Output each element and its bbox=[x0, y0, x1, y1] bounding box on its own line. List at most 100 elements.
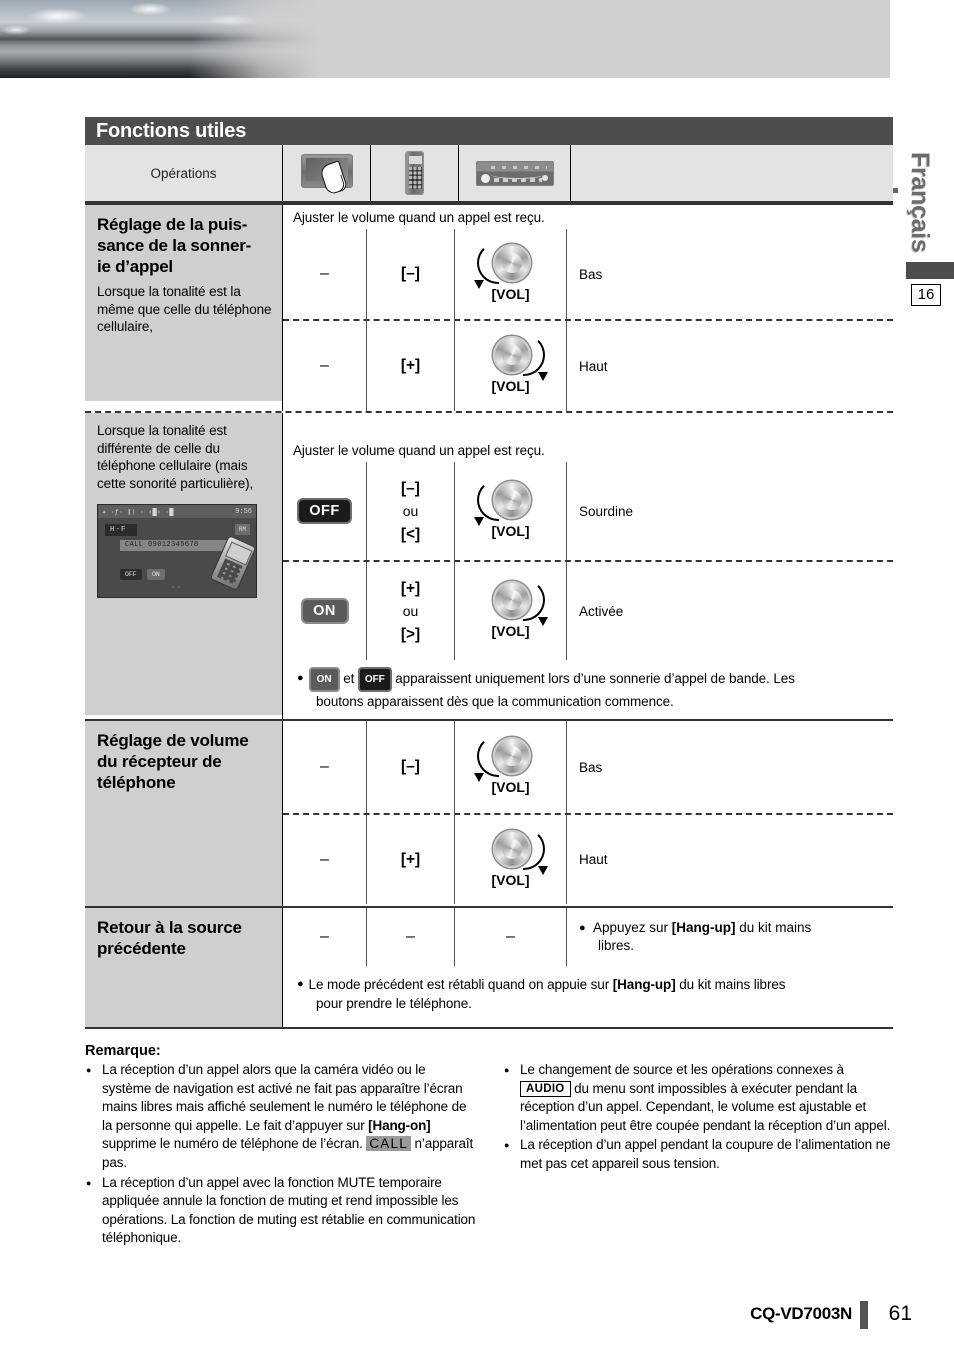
functions-table: Fonctions utiles Opérations Réglage de l… bbox=[85, 117, 893, 1029]
lcd-screenshot: ✦ ·ƒ· ❙❘ · ‹█› ·█ 9:56 H-F RM CALL 09012… bbox=[97, 504, 257, 598]
section4-note: ● Le mode précédent est rétabli quand on … bbox=[283, 966, 893, 1021]
knob-icon bbox=[492, 581, 531, 619]
remote-control-icon bbox=[405, 151, 424, 195]
row-result-cell: Haut bbox=[566, 815, 893, 904]
section4-heading: Retour à la source précédente bbox=[97, 918, 242, 958]
row-unit-cell: [VOL] bbox=[454, 462, 566, 560]
remote-key-stack: [–] ou [<] bbox=[401, 477, 420, 546]
knob-icon bbox=[492, 829, 531, 868]
head-unit-knob2-icon bbox=[541, 174, 548, 181]
volume-knob-label: [VOL] bbox=[491, 623, 530, 639]
off-button[interactable]: OFF bbox=[297, 498, 352, 524]
row-remote-cell: [–] bbox=[366, 229, 454, 319]
note-text-3: pour prendre le téléphone. bbox=[316, 996, 472, 1011]
result-text-2: du kit mains bbox=[735, 920, 812, 935]
section3-label-cell: Réglage de volume du récepteur de téléph… bbox=[85, 721, 282, 906]
remarque-item: Le changement de source et les opération… bbox=[503, 1061, 895, 1135]
remote-key-plus: [+] bbox=[400, 579, 421, 597]
row-remote-cell: [+] bbox=[366, 815, 454, 904]
row-remote-cell: – bbox=[366, 908, 454, 966]
knob-icon bbox=[492, 244, 531, 282]
footer-divider-bar bbox=[860, 1301, 868, 1329]
page-banner bbox=[0, 0, 890, 78]
section4-result-note: ● Appuyez sur [Hang-up] du kit mains lib… bbox=[579, 919, 811, 955]
section1-content: Ajuster le volume quand un appel est reç… bbox=[282, 205, 893, 411]
section1-intro: Ajuster le volume quand un appel est reç… bbox=[293, 210, 545, 225]
note-on-badge: ON bbox=[308, 667, 340, 692]
volume-knob-icon: [VOL] bbox=[475, 334, 548, 398]
row-unit-cell: [VOL] bbox=[454, 229, 566, 319]
row-result-cell: Haut bbox=[566, 321, 893, 411]
banner-landscape-photo bbox=[0, 0, 320, 78]
section2-note: ● ON et OFF apparaissent uniquement lors … bbox=[283, 660, 893, 719]
knob-icon bbox=[492, 481, 531, 519]
lcd-off-button[interactable]: OFF bbox=[120, 569, 142, 580]
volume-knob-icon: [VOL] bbox=[473, 479, 547, 543]
section4-content: – – – ● Appuyez sur [Hang-up] du kit mai… bbox=[282, 908, 893, 1027]
remote-key-or: ou bbox=[402, 602, 419, 619]
remarque-title: Remarque: bbox=[85, 1043, 161, 1059]
remarque-columns: La réception d’un appel alors que la cam… bbox=[85, 1061, 895, 1249]
chapter-marker-bar bbox=[906, 262, 954, 279]
volume-knob-label: [VOL] bbox=[491, 523, 530, 539]
row-result-cell: Bas bbox=[566, 229, 893, 319]
row-touch-cell: – bbox=[320, 928, 329, 945]
row-touch-cell[interactable]: OFF bbox=[283, 462, 366, 560]
note-off-badge: OFF bbox=[357, 667, 392, 692]
header-touchscreen-cell bbox=[282, 145, 370, 201]
chapter-number: 16 bbox=[911, 284, 941, 306]
remote-key-left: [<] bbox=[400, 525, 421, 543]
hangon-key-label: [Hang-on] bbox=[368, 1117, 431, 1133]
section1-row-1: – [–] [VOL] Bas bbox=[283, 229, 893, 319]
header-result-cell bbox=[570, 145, 893, 201]
hangup-key-label: [Hang-up] bbox=[671, 920, 736, 935]
volume-knob-icon: [VOL] bbox=[473, 242, 547, 306]
row-unit-cell: [VOL] bbox=[454, 815, 566, 904]
section1-label-cell: Réglage de la puis- sance de la sonner- … bbox=[85, 205, 282, 401]
knob-icon bbox=[492, 336, 531, 374]
table-bottom-border bbox=[85, 1027, 893, 1029]
row-remote-cell: [+] bbox=[366, 321, 454, 411]
section3-content: – [–] [VOL] Bas – [+] [VOL] Haut bbox=[282, 721, 893, 906]
model-number: CQ-VD7003N bbox=[750, 1304, 852, 1323]
lcd-status-icons: ✦ ·ƒ· ❙❘ · ‹█› ·█ bbox=[102, 509, 174, 517]
page-number: 61 bbox=[888, 1302, 912, 1325]
header-remote-cell bbox=[370, 145, 458, 201]
language-tab: Français bbox=[906, 152, 934, 253]
page-footer: CQ-VD7003N 61 bbox=[0, 1296, 954, 1336]
remarque-text-1: Le changement de source et les opération… bbox=[520, 1062, 844, 1077]
remote-key-or: ou bbox=[402, 502, 419, 519]
section2-content: Ajuster le volume quand un appel est reç… bbox=[282, 413, 893, 719]
remarque-item: La réception d’un appel alors que la cam… bbox=[85, 1061, 477, 1173]
row-unit-cell: – bbox=[454, 908, 566, 966]
row-remote-cell: [+] ou [>] bbox=[366, 562, 454, 660]
lcd-mode-label: H-F bbox=[105, 524, 137, 536]
knob-icon bbox=[492, 737, 531, 775]
lcd-on-button[interactable]: ON bbox=[147, 569, 165, 580]
row-result-cell: Activée bbox=[566, 562, 893, 660]
manual-page: Français 16 Fonctions utiles Opérations bbox=[0, 0, 954, 1348]
section2-intro: Ajuster le volume quand un appel est reç… bbox=[293, 443, 545, 458]
section4-label-cell: Retour à la source précédente bbox=[85, 908, 282, 1027]
bullet-icon: ● bbox=[297, 978, 304, 990]
row-result-cell: ● Appuyez sur [Hang-up] du kit mains lib… bbox=[566, 908, 893, 966]
row-unit-cell: [VOL] bbox=[454, 321, 566, 411]
section2-label-cell: Lorsque la tonalité est différente de ce… bbox=[85, 413, 282, 715]
section2-subtext: Lorsque la tonalité est différente de ce… bbox=[97, 423, 254, 491]
remarque-text-2: supprime le numéro de téléphone de l’écr… bbox=[102, 1136, 367, 1152]
table-header-row: Opérations bbox=[85, 145, 893, 201]
head-unit-knob-icon bbox=[480, 173, 490, 183]
on-button[interactable]: ON bbox=[300, 598, 349, 624]
hangup-key-label: [Hang-up] bbox=[612, 977, 676, 992]
row-touch-cell[interactable]: ON bbox=[283, 562, 366, 660]
remarque-item: La réception d’un appel avec la fonction… bbox=[85, 1174, 477, 1248]
section1-row-2: – [+] [VOL] Haut bbox=[283, 319, 893, 411]
volume-knob-label: [VOL] bbox=[491, 286, 530, 302]
remarque-item: La réception d’un appel pendant la coupu… bbox=[503, 1136, 895, 1173]
volume-knob-label: [VOL] bbox=[491, 871, 530, 888]
row-touch-cell: – bbox=[320, 357, 329, 374]
audio-menu-label: AUDIO bbox=[520, 1080, 571, 1097]
row-result-cell: Bas bbox=[566, 721, 893, 813]
volume-knob-icon: [VOL] bbox=[473, 735, 547, 799]
section-ring-volume-distinct: Lorsque la tonalité est différente de ce… bbox=[85, 411, 893, 719]
